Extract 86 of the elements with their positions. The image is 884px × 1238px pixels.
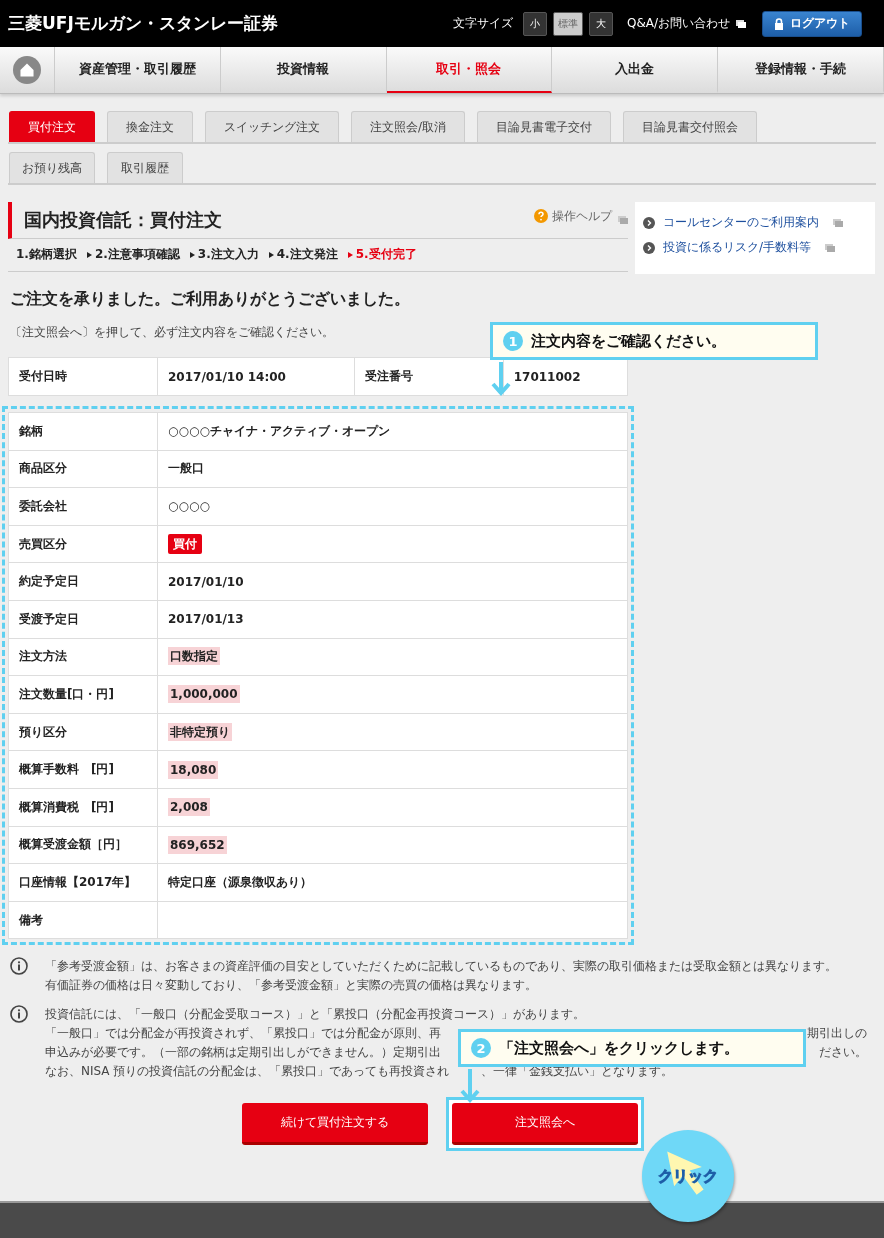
instruction-text: 〔注文照会へ〕を押して、必ず注文内容をご確認ください。 xyxy=(10,324,334,341)
font-size-label: 文字サイズ xyxy=(452,15,513,32)
nav-tab[interactable]: 取引・照会 xyxy=(386,47,553,93)
help-link[interactable]: Q&A/お問い合わせ xyxy=(626,15,730,32)
table-header-cell: 約定予定日 xyxy=(8,562,158,601)
table-header-cell: 口座情報【2017年】 xyxy=(8,863,158,902)
tab[interactable]: 取引履歴 xyxy=(107,152,183,183)
table-cell-text: 2017/01/10 xyxy=(168,574,244,589)
table-cell-text: 2,008 xyxy=(168,798,210,817)
window-icon xyxy=(618,216,628,224)
step-number-badge: 1 xyxy=(503,331,523,351)
table-cell-text: 2017/01/13 xyxy=(168,612,244,627)
callout-text: 注文内容をご確認ください。 xyxy=(531,331,726,351)
chevron-icon xyxy=(643,216,655,229)
table-header-cell: 商品区分 xyxy=(8,450,158,488)
table-header-cell: 概算消費税 [円] xyxy=(8,788,158,827)
window-icon xyxy=(825,243,836,252)
table-cell-text: 口数指定 xyxy=(168,647,220,666)
tab[interactable]: 注文照会/取消 xyxy=(351,111,466,142)
table-header-cell: 注文数量[口・円] xyxy=(8,675,158,714)
step-label: 1.銘柄選択 xyxy=(16,246,77,263)
table-cell-text: 18,080 xyxy=(168,760,219,779)
table-cell-text: ○○○○チャイナ・アクティブ・オープン xyxy=(168,423,390,438)
table-cell: 2017/01/10 14:00 xyxy=(157,357,355,396)
table-header-cell: 受渡予定日 xyxy=(8,600,158,639)
nav-tab[interactable]: 資産管理・取引履歴 xyxy=(55,47,221,93)
table-header-cell: 売買区分 xyxy=(8,525,158,563)
table-cell-text: ○○○○ xyxy=(168,499,210,514)
table-cell-text: 一般口 xyxy=(168,461,204,476)
callout-text: 「注文照会へ」をクリックします。 xyxy=(499,1038,739,1058)
window-icon xyxy=(736,19,746,28)
nav-tab[interactable]: 入出金 xyxy=(552,47,719,93)
tab[interactable]: 目論見書交付照会 xyxy=(623,111,758,142)
trade-type-badge: 買付 xyxy=(168,533,202,554)
table-cell-text: 特定口座（源泉徴収あり） xyxy=(168,874,312,889)
note-text: 有価証券の価格は日々変動しており、「参考受渡金額」と実際の売買の価格は異なります。 xyxy=(45,977,537,995)
action-button[interactable]: 続けて買付注文する xyxy=(242,1103,428,1146)
step-label: 2.注意事項確認 xyxy=(86,246,180,263)
note-text: 「一般口」では分配金が再投資されず、「累投口」では分配金が原則、再 xyxy=(45,1025,441,1043)
table-header-cell: 委託会社 xyxy=(8,487,158,526)
chevron-icon xyxy=(643,241,655,254)
note-text: ださい。 xyxy=(819,1044,867,1062)
lock-icon xyxy=(774,17,784,30)
home-icon[interactable] xyxy=(13,56,41,84)
font-size-button[interactable]: 小 xyxy=(522,11,547,36)
table-header-cell: 概算手数料 [円] xyxy=(8,750,158,789)
side-link[interactable]: コールセンターのご利用案内 xyxy=(663,214,819,231)
page-title: 国内投資信託：買付注文 xyxy=(24,208,223,232)
table-header-cell: 注文方法 xyxy=(8,638,158,676)
help-link[interactable]: 操作ヘルプ xyxy=(534,207,612,225)
table-header-cell: 概算受渡金額［円］ xyxy=(8,826,158,864)
tab[interactable]: スイッチング注文 xyxy=(205,111,339,142)
font-size-button[interactable]: 大 xyxy=(588,11,613,36)
nav-tab[interactable]: 登録情報・手続 xyxy=(718,47,884,93)
tab[interactable]: お預り残高 xyxy=(9,152,95,183)
step-label: 3.注文入力 xyxy=(189,246,259,263)
table-header-cell: 預り区分 xyxy=(8,713,158,751)
window-icon xyxy=(833,218,843,227)
step-number-badge: 2 xyxy=(471,1038,491,1058)
tab[interactable]: 換金注文 xyxy=(107,111,193,142)
info-icon xyxy=(10,1005,28,1024)
info-icon xyxy=(10,957,28,976)
question-icon xyxy=(534,209,548,223)
table-header-cell: 受付日時 xyxy=(8,357,158,396)
tab[interactable]: 目論見書電子交付 xyxy=(477,111,612,142)
logo: 三菱UFJモルガン・スタンレー証券 xyxy=(8,12,278,35)
table-cell-text: 869,652 xyxy=(168,835,227,854)
action-button[interactable]: 注文照会へ xyxy=(452,1103,638,1146)
note-text: 期引出しの xyxy=(807,1025,867,1043)
note-text: 投資信託には、「一般口（分配金受取コース）」と「累投口（分配金再投資コース）」があります。 xyxy=(45,1006,585,1024)
table-header-cell: 備考 xyxy=(8,901,158,939)
note-text: 「参考受渡金額」は、お客さまの資産評価の目安としていただくために記載しているものであり、実際の取引価格または受取金額とは異なります。 xyxy=(45,958,837,976)
step-label: 4.注文発注 xyxy=(268,246,338,263)
note-text: 申込みが必要です。（一部の銘柄は定期引出しができません。）定期引出 xyxy=(45,1044,441,1062)
step-label: 5.受付完了 xyxy=(347,246,417,263)
table-header-cell: 銘柄 xyxy=(8,412,158,451)
down-arrow-icon xyxy=(491,362,511,396)
logout-button[interactable]: ログアウト xyxy=(762,10,862,37)
font-size-button[interactable]: 標準 xyxy=(552,11,583,36)
tab[interactable]: 買付注文 xyxy=(9,111,95,142)
note-text: なお、NISA 預りの投資信託の分配金は、「累投口」であっても再投資され xyxy=(45,1063,451,1081)
table-cell-text: 1,000,000 xyxy=(168,685,240,704)
table-cell-text: 非特定預り xyxy=(168,722,232,741)
nav-tab[interactable]: 投資情報 xyxy=(220,47,387,93)
confirmation-message: ご注文を承りました。ご利用ありがとうございました。 xyxy=(10,289,411,310)
side-link[interactable]: 投資に係るリスク/手数料等 xyxy=(663,239,812,256)
